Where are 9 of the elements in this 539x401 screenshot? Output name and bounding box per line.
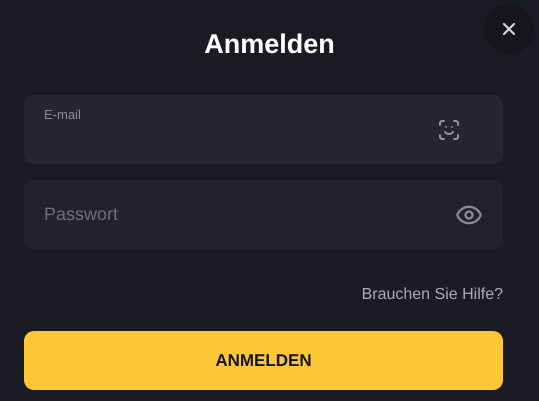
face-scan-icon xyxy=(437,118,461,142)
login-button[interactable]: ANMELDEN xyxy=(24,331,503,390)
email-label: E-mail xyxy=(44,107,81,123)
password-field[interactable]: Passwort xyxy=(24,180,503,249)
close-button[interactable] xyxy=(484,4,534,54)
password-input[interactable]: Passwort xyxy=(44,201,344,228)
email-field[interactable]: E-mail xyxy=(24,95,503,164)
dialog-title: Anmelden xyxy=(204,28,335,61)
help-link[interactable]: Brauchen Sie Hilfe? xyxy=(362,285,503,305)
